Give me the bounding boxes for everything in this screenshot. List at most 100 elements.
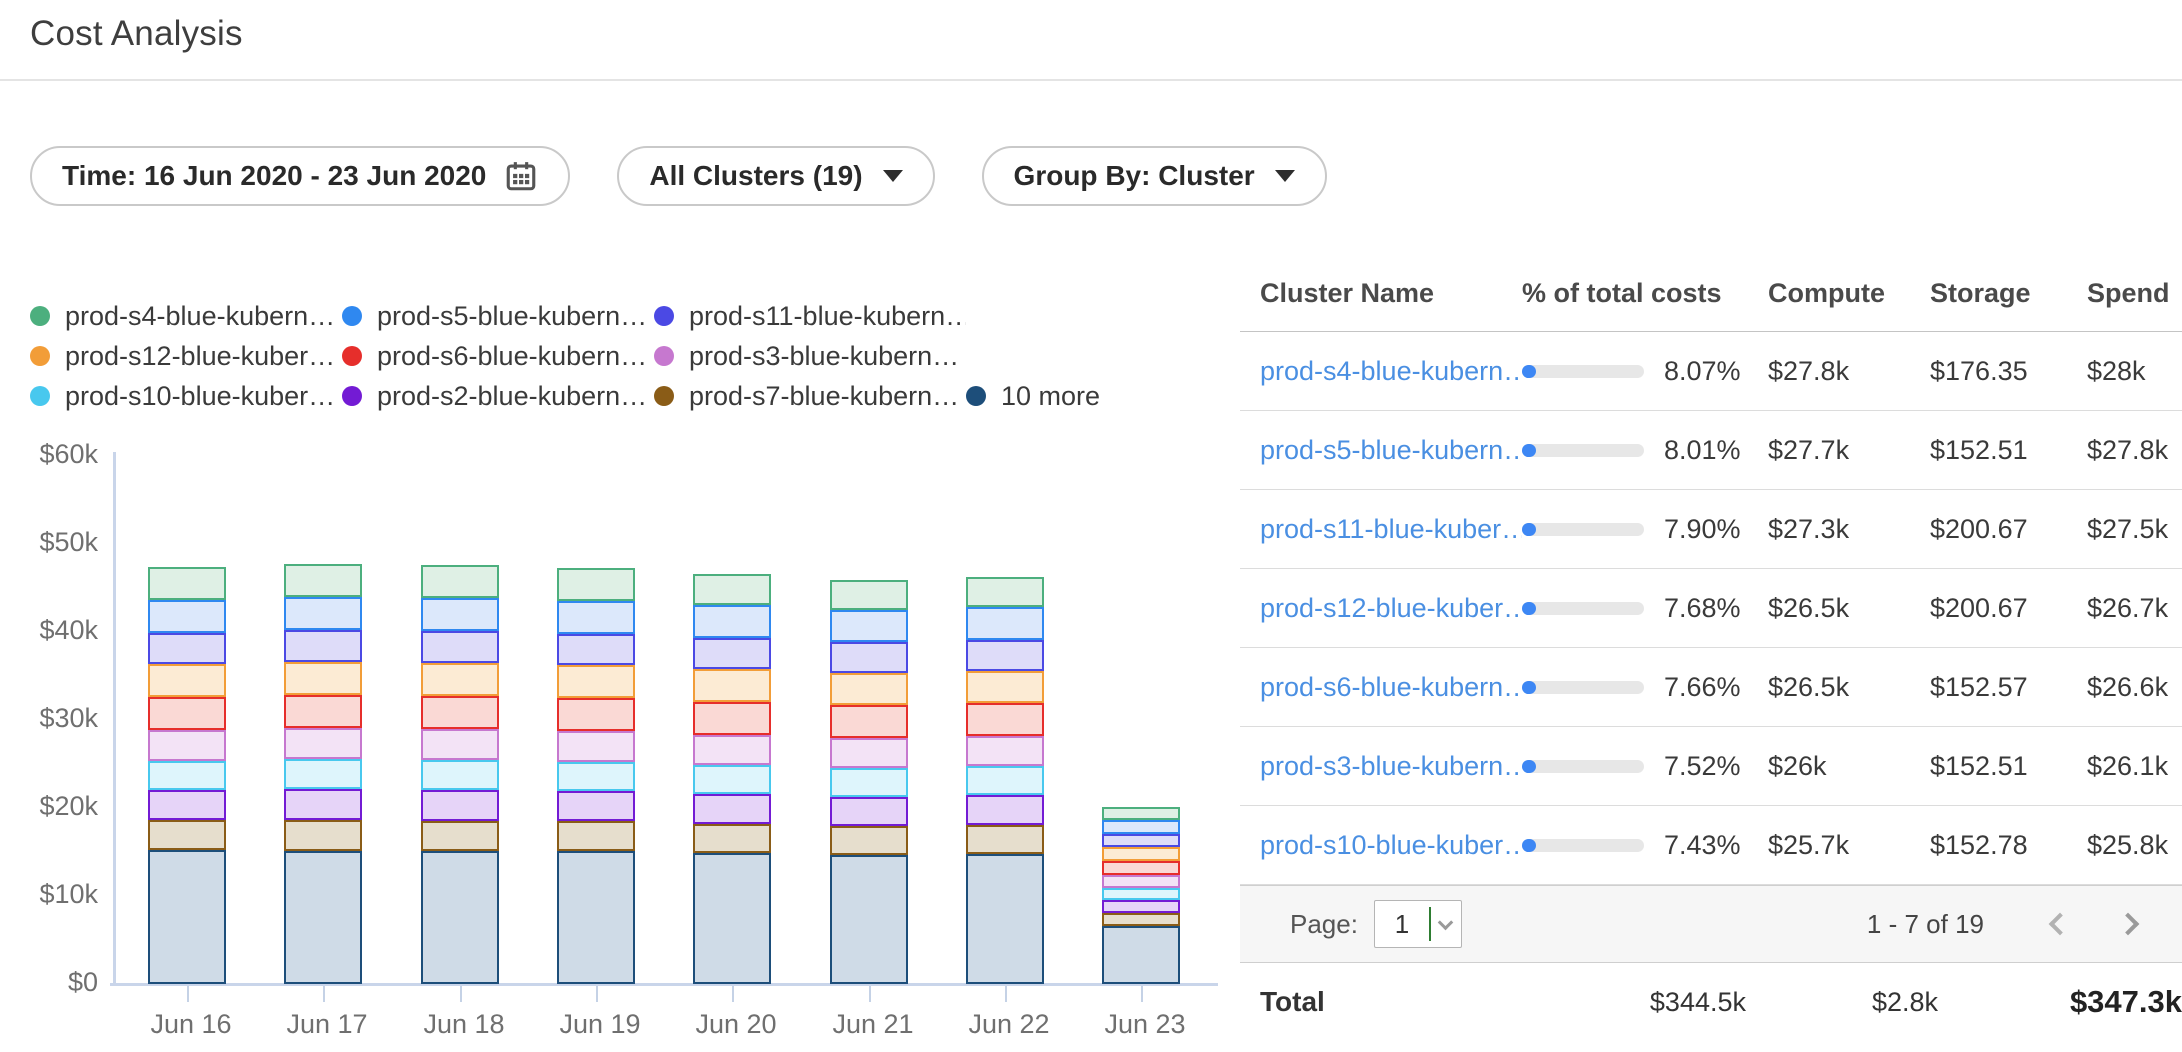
bar-segment[interactable] [966,736,1044,766]
col-header-spend[interactable]: Spend [2087,278,2182,309]
bar-segment[interactable] [148,567,226,600]
prev-page-button[interactable] [2040,904,2080,944]
legend-item[interactable]: prod-s10-blue-kuber… [30,376,342,416]
bar-segment[interactable] [693,824,771,853]
bar-segment[interactable] [284,851,362,984]
legend-item[interactable]: 10 more [966,376,1100,416]
bar-segment[interactable] [693,765,771,794]
bar-segment[interactable] [148,697,226,730]
bar-segment[interactable] [148,633,226,664]
bar-segment[interactable] [830,768,908,797]
bar-segment[interactable] [148,600,226,633]
next-page-button[interactable] [2108,904,2148,944]
bar-segment[interactable] [284,662,362,695]
bar-segment[interactable] [421,631,499,663]
bar-segment[interactable] [557,731,635,762]
bar-segment[interactable] [966,577,1044,607]
bar-segment[interactable] [148,850,226,984]
bar-segment[interactable] [693,638,771,669]
bar-segment[interactable] [1102,807,1180,820]
bar-segment[interactable] [421,851,499,984]
bar-segment[interactable] [693,794,771,824]
bar-segment[interactable] [557,634,635,665]
bar-segment[interactable] [966,766,1044,795]
legend-item[interactable]: prod-s4-blue-kubern… [30,296,342,336]
bar-segment[interactable] [966,825,1044,854]
bar-segment[interactable] [284,820,362,851]
bar-segment[interactable] [830,797,908,826]
col-header-compute[interactable]: Compute [1768,278,1930,309]
bar-segment[interactable] [966,607,1044,640]
bar-segment[interactable] [557,851,635,984]
group-by-filter[interactable]: Group By: Cluster [982,146,1327,206]
bar-segment[interactable] [557,601,635,634]
bar-segment[interactable] [148,664,226,697]
bar-segment[interactable] [421,760,499,790]
bar-segment[interactable] [421,565,499,598]
bar-segment[interactable] [693,669,771,702]
bar-segment[interactable] [693,605,771,638]
bar-segment[interactable] [830,855,908,984]
bar-segment[interactable] [830,673,908,705]
bar-segment[interactable] [1102,926,1180,984]
bar-segment[interactable] [830,610,908,642]
bar-segment[interactable] [966,671,1044,703]
bar-segment[interactable] [830,705,908,738]
bar-segment[interactable] [1102,834,1180,847]
bar-segment[interactable] [966,854,1044,984]
bar-segment[interactable] [421,821,499,851]
bar-segment[interactable] [148,730,226,761]
bar-segment[interactable] [830,642,908,673]
bar-segment[interactable] [693,574,771,605]
legend-item[interactable]: prod-s12-blue-kuber… [30,336,342,376]
legend-item[interactable]: prod-s11-blue-kubern… [654,296,966,336]
bar-segment[interactable] [557,665,635,698]
bar-segment[interactable] [284,630,362,662]
bar-segment[interactable] [557,821,635,851]
col-header-pct-total[interactable]: % of total costs [1522,278,1768,309]
cluster-link[interactable]: prod-s5-blue-kubern… [1260,435,1522,466]
bar-segment[interactable] [830,738,908,768]
clusters-filter[interactable]: All Clusters (19) [617,146,934,206]
bar-segment[interactable] [284,789,362,820]
legend-item[interactable]: prod-s7-blue-kubern… [654,376,966,416]
bar-segment[interactable] [421,729,499,760]
cluster-link[interactable]: prod-s3-blue-kubern… [1260,751,1522,782]
bar-segment[interactable] [693,853,771,984]
bar-segment[interactable] [557,762,635,791]
bar-segment[interactable] [1102,888,1180,900]
cluster-link[interactable]: prod-s12-blue-kuber… [1260,593,1522,624]
bar-segment[interactable] [1102,820,1180,834]
cluster-link[interactable]: prod-s10-blue-kuber… [1260,830,1522,861]
col-header-storage[interactable]: Storage [1930,278,2087,309]
bar-segment[interactable] [421,598,499,631]
bar-segment[interactable] [421,663,499,696]
bar-segment[interactable] [1102,913,1180,926]
bar-segment[interactable] [284,759,362,789]
bar-segment[interactable] [557,568,635,601]
bar-segment[interactable] [966,703,1044,736]
time-range-filter[interactable]: Time: 16 Jun 2020 - 23 Jun 2020 [30,146,570,206]
bar-segment[interactable] [1102,875,1180,888]
page-select[interactable]: 1 [1374,900,1462,948]
bar-segment[interactable] [1102,847,1180,861]
bar-segment[interactable] [148,761,226,790]
bar-segment[interactable] [830,826,908,855]
bar-segment[interactable] [284,728,362,759]
bar-segment[interactable] [284,564,362,597]
bar-segment[interactable] [830,580,908,610]
bar-segment[interactable] [284,695,362,728]
bar-segment[interactable] [1102,861,1180,875]
bar-segment[interactable] [421,696,499,729]
cluster-link[interactable]: prod-s11-blue-kuber… [1260,514,1522,545]
bar-segment[interactable] [557,698,635,731]
bar-segment[interactable] [148,790,226,820]
bar-segment[interactable] [1102,900,1180,913]
bar-segment[interactable] [693,735,771,765]
legend-item[interactable]: prod-s2-blue-kubern… [342,376,654,416]
bar-segment[interactable] [148,820,226,850]
bar-segment[interactable] [557,791,635,821]
legend-item[interactable]: prod-s5-blue-kubern… [342,296,654,336]
cluster-link[interactable]: prod-s6-blue-kubern… [1260,672,1522,703]
legend-item[interactable]: prod-s3-blue-kubern… [654,336,966,376]
